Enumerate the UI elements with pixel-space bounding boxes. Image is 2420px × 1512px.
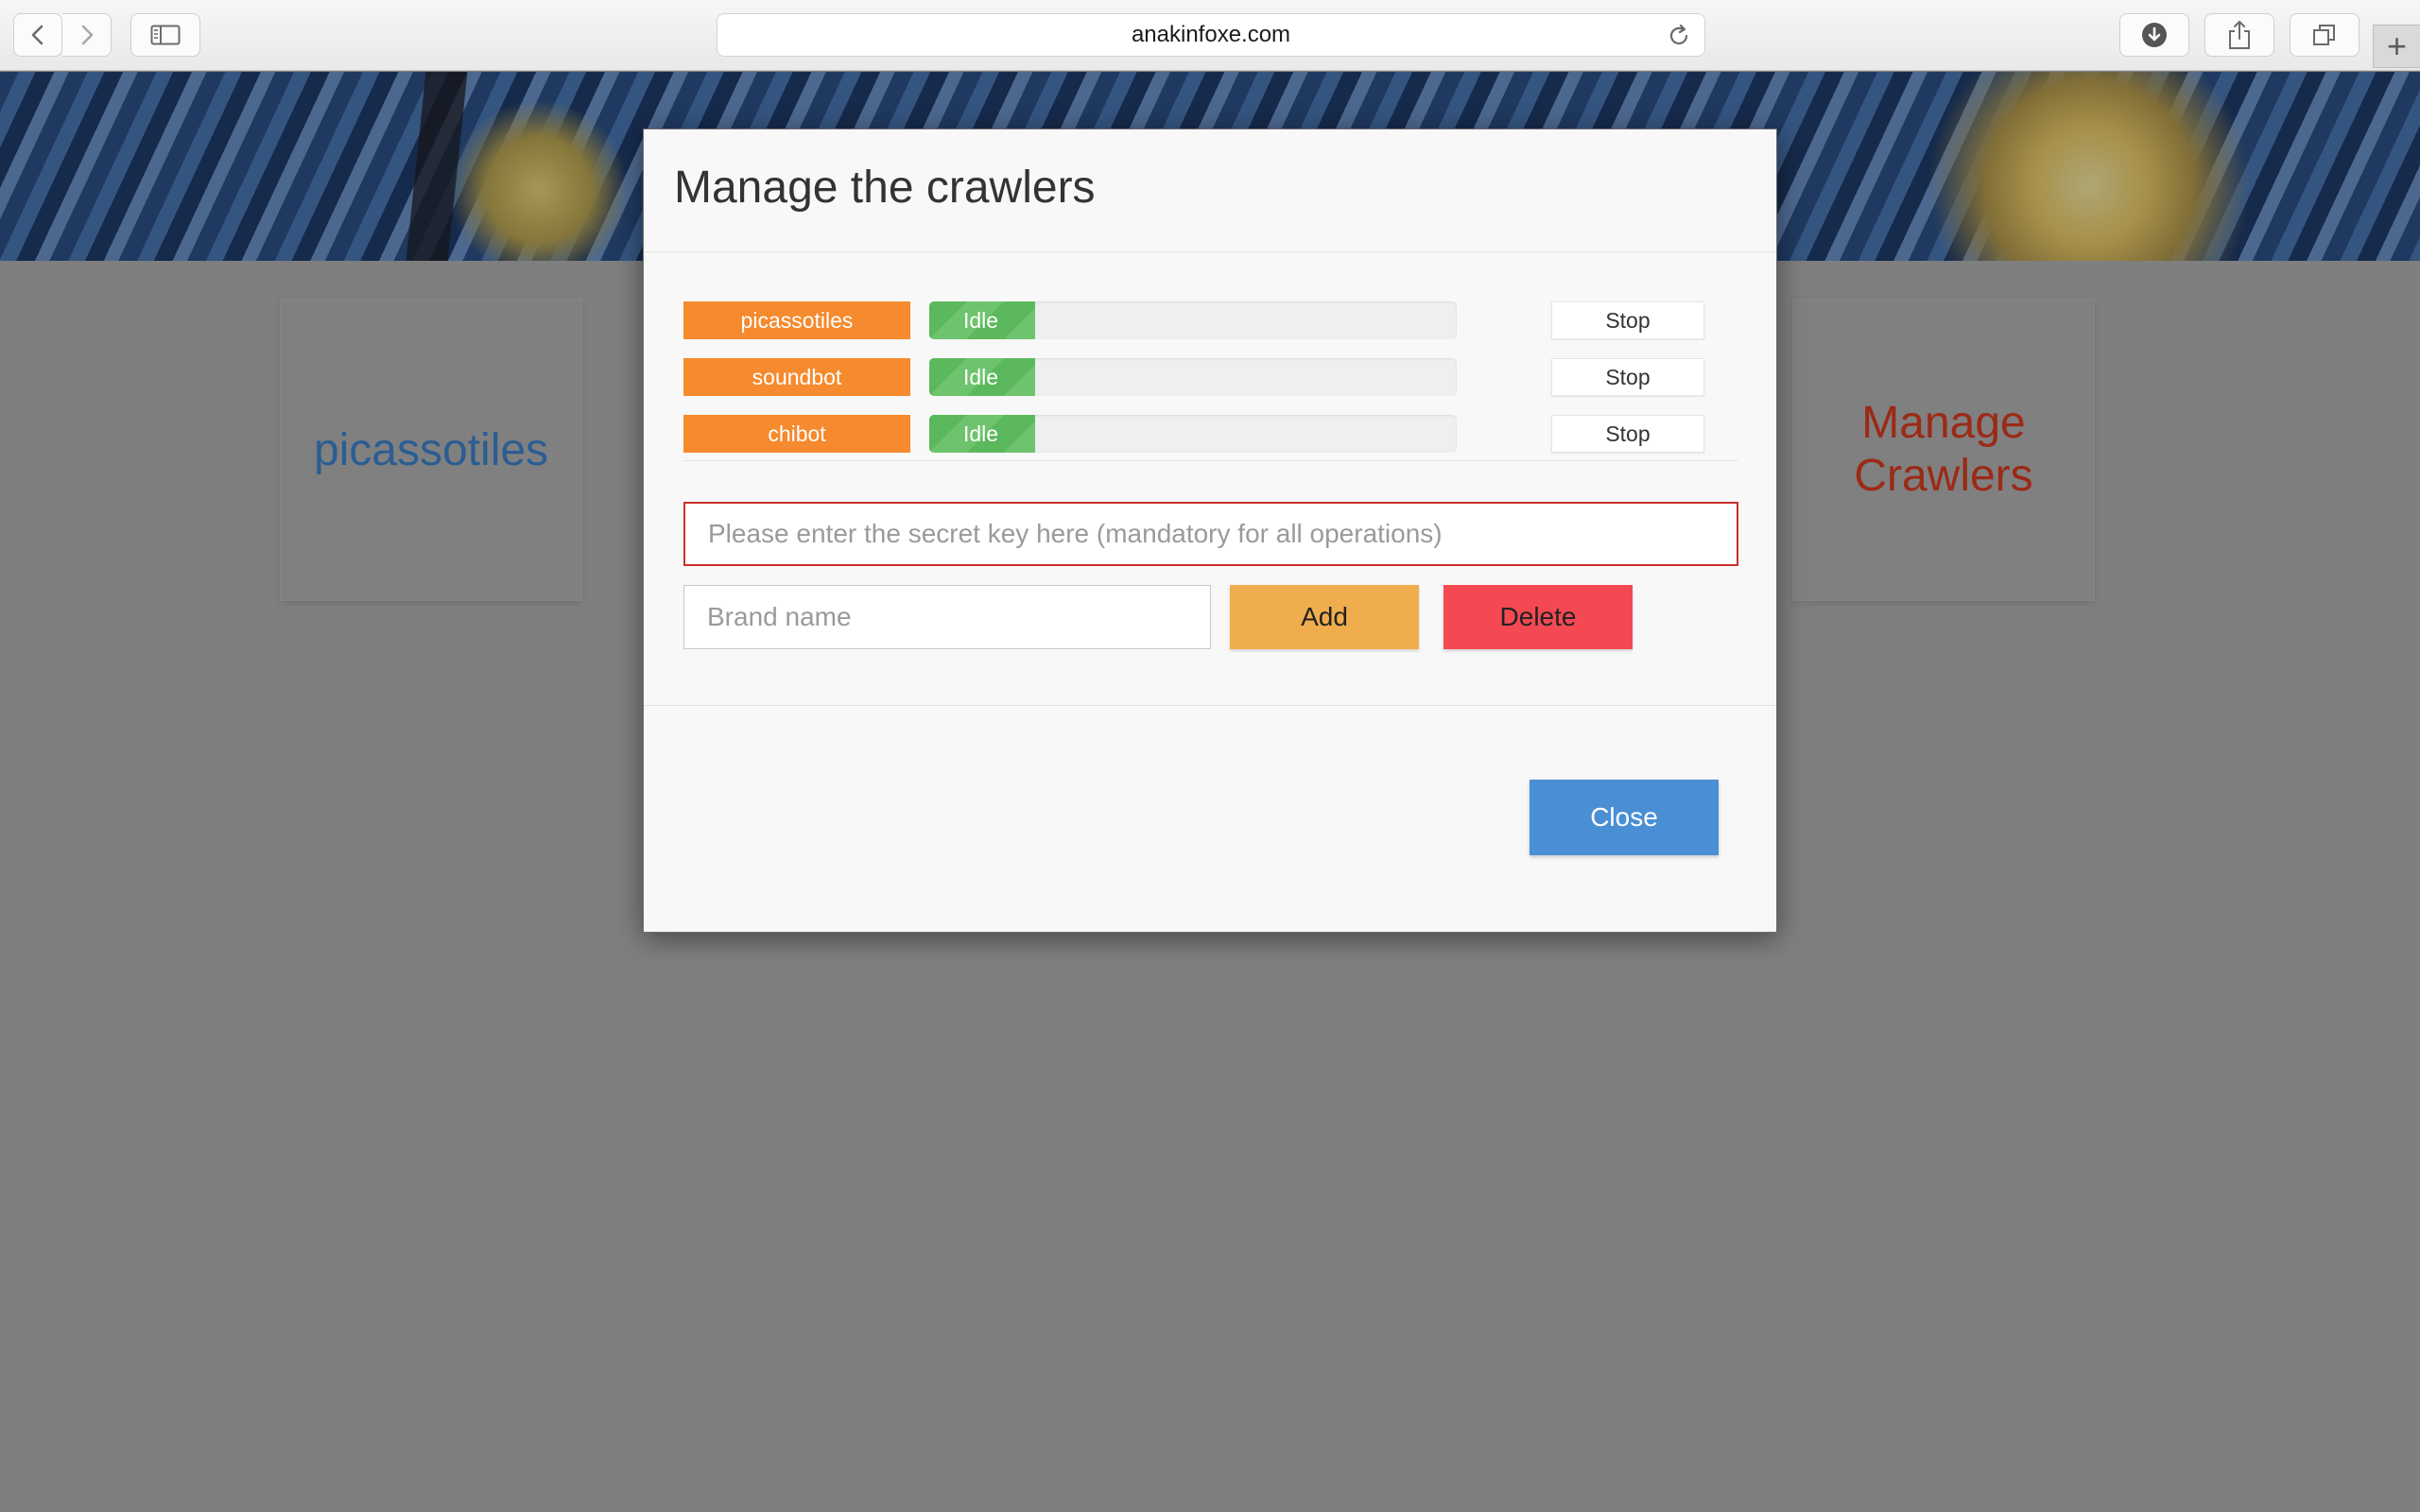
stop-button[interactable]: Stop	[1551, 358, 1704, 396]
card-label: Manage Crawlers	[1854, 398, 2033, 501]
reload-icon[interactable]	[1667, 24, 1691, 48]
browser-toolbar: anakinfoxe.com +	[0, 0, 2420, 71]
close-button[interactable]: Close	[1530, 780, 1719, 855]
share-icon	[2229, 21, 2250, 49]
plus-icon: +	[2386, 26, 2408, 65]
crawler-row: soundbot Idle Stop	[683, 358, 1733, 396]
downloads-button[interactable]	[2119, 13, 2189, 57]
card-label: picassotiles	[313, 424, 549, 475]
crawler-status: Idle	[929, 358, 1035, 396]
share-button[interactable]	[2204, 13, 2274, 57]
modal-title: Manage the crawlers	[674, 163, 1096, 213]
stop-button[interactable]: Stop	[1551, 415, 1704, 453]
url-text: anakinfoxe.com	[1131, 22, 1291, 47]
tabs-icon	[2313, 25, 2335, 45]
card-manage-crawlers[interactable]: Manage Crawlers	[1792, 299, 2095, 601]
forward-button[interactable]	[62, 13, 112, 57]
crawler-row: chibot Idle Stop	[683, 415, 1733, 453]
manage-crawlers-modal: Manage the crawlers picassotiles Idle St…	[643, 129, 1777, 933]
crawler-name-tag: picassotiles	[683, 301, 910, 339]
modal-header: Manage the crawlers	[644, 129, 1776, 252]
crawler-progress-bar: Idle	[929, 301, 1457, 339]
crawler-status: Idle	[929, 301, 1035, 339]
crawler-progress-bar: Idle	[929, 358, 1457, 396]
download-icon	[2142, 23, 2167, 47]
address-bar[interactable]: anakinfoxe.com	[717, 13, 1705, 57]
stop-button[interactable]: Stop	[1551, 301, 1704, 339]
sidebar-icon	[150, 25, 181, 45]
crawler-status: Idle	[929, 415, 1035, 453]
tabs-overview-button[interactable]	[2290, 13, 2360, 57]
crawler-name-tag: soundbot	[683, 358, 910, 396]
back-button[interactable]	[13, 13, 62, 57]
chevron-left-icon	[31, 25, 43, 45]
sidebar-toggle-button[interactable]	[130, 13, 200, 57]
crawler-row: picassotiles Idle Stop	[683, 301, 1733, 339]
card-picassotiles[interactable]: picassotiles	[280, 299, 582, 601]
new-tab-button[interactable]: +	[2373, 25, 2420, 68]
crawler-progress-bar: Idle	[929, 415, 1457, 453]
divider	[644, 705, 1776, 706]
secret-key-input[interactable]	[683, 502, 1738, 566]
crawler-name-tag: chibot	[683, 415, 910, 453]
chevron-right-icon	[81, 25, 93, 45]
delete-button[interactable]: Delete	[1443, 585, 1633, 649]
divider	[683, 460, 1738, 461]
add-button[interactable]: Add	[1230, 585, 1419, 649]
brand-name-input[interactable]	[683, 585, 1211, 649]
